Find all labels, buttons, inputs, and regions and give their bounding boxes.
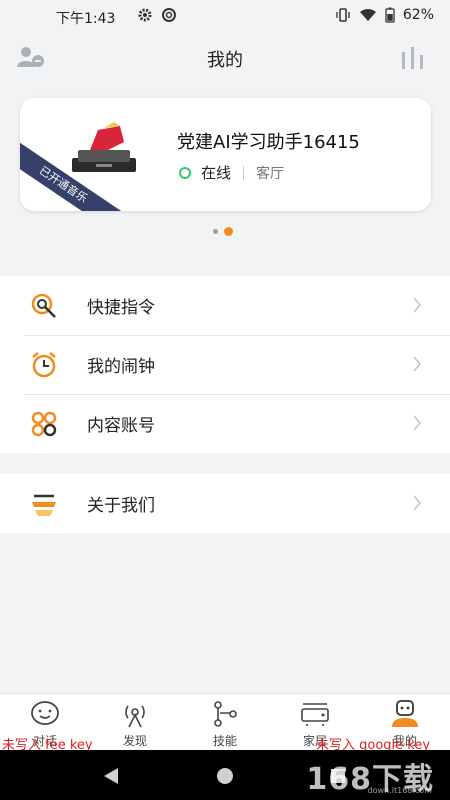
status-time: 下午1:43 — [56, 11, 116, 27]
watermark-url: down.it168.com — [367, 786, 432, 795]
shortcut-icon — [31, 293, 56, 318]
discover-icon — [125, 705, 145, 728]
nav-item-discover[interactable]: 发现 — [90, 694, 180, 750]
settings-gear-icon — [138, 8, 152, 22]
back-icon[interactable] — [101, 765, 123, 787]
device-status: 在线 客厅 — [179, 162, 284, 183]
about-icon — [32, 494, 56, 516]
menu-item-alarms[interactable]: 我的闹钟 — [0, 335, 450, 394]
battery-percentage: 62% — [402, 7, 434, 23]
alarm-clock-icon — [32, 352, 56, 378]
status-divider — [243, 165, 245, 180]
menu-group-about: 关于我们 — [0, 474, 450, 533]
menu-item-shortcuts[interactable]: 快捷指令 — [0, 276, 450, 335]
chevron-right-icon — [413, 415, 421, 431]
carousel-pager — [213, 227, 233, 236]
skills-icon — [214, 701, 237, 727]
online-status-text: 在线 — [201, 164, 232, 182]
pager-dot[interactable] — [213, 229, 218, 234]
watermark: 168下载 down.it168.com — [302, 754, 442, 797]
room-label: 客厅 — [256, 165, 285, 182]
pager-dot-active[interactable] — [224, 227, 233, 236]
menu-label: 快捷指令 — [87, 298, 155, 318]
device-card[interactable]: 已开通音乐 党建AI学习助手16415 在线 客厅 — [20, 98, 431, 211]
menu-label: 我的闹钟 — [87, 357, 155, 377]
home-device-icon — [301, 703, 329, 726]
chevron-right-icon — [413, 356, 421, 372]
menu-label: 关于我们 — [87, 496, 155, 516]
page-title: 我的 — [207, 50, 243, 71]
sync-icon — [162, 8, 176, 22]
vibrate-icon — [336, 8, 350, 22]
wifi-icon — [359, 8, 376, 21]
battery-icon — [385, 7, 395, 23]
status-bar: 下午1:43 62% — [0, 0, 450, 33]
nav-item-skills[interactable]: 技能 — [180, 694, 270, 750]
menu-item-about-us[interactable]: 关于我们 — [0, 474, 450, 533]
menu-label: 内容账号 — [87, 416, 155, 436]
device-name: 党建AI学习助手16415 — [177, 132, 360, 153]
device-image — [72, 122, 136, 172]
equalizer-icon[interactable] — [398, 47, 428, 69]
content-account-icon — [31, 411, 57, 437]
chevron-right-icon — [413, 297, 421, 313]
online-indicator-icon — [179, 166, 191, 179]
nav-label: 技能 — [212, 734, 237, 748]
menu-item-content-accounts[interactable]: 内容账号 — [0, 394, 450, 453]
profile-icon — [392, 700, 418, 727]
home-icon[interactable] — [214, 765, 236, 787]
header: 我的 — [0, 33, 450, 83]
menu-group-main: 快捷指令 我的闹钟 内容账号 — [0, 276, 450, 453]
chat-icon — [31, 701, 59, 725]
nav-label: 发现 — [122, 734, 147, 748]
system-nav-bar: 168下载 down.it168.com — [0, 750, 450, 800]
chevron-right-icon — [413, 495, 421, 511]
